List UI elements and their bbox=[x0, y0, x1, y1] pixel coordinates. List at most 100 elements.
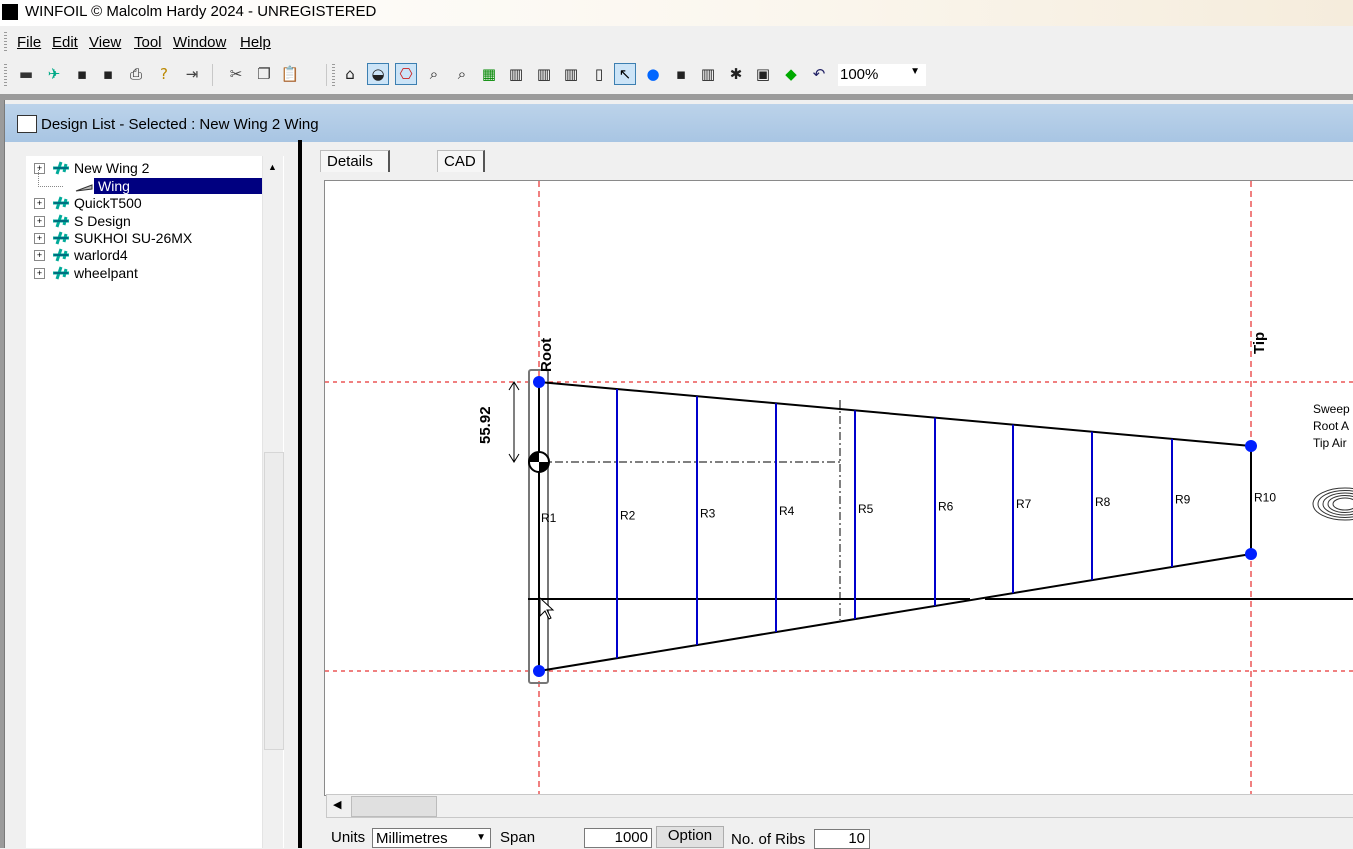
select-pointer-icon[interactable]: ↖ bbox=[614, 63, 636, 85]
aircraft-icon bbox=[51, 195, 71, 211]
plan-view-icon[interactable]: ⌂ bbox=[340, 64, 360, 84]
child-title-bar: Design List - Selected : New Wing 2 Wing bbox=[5, 104, 1353, 142]
outline-view-icon[interactable]: ⎔ bbox=[395, 63, 417, 85]
rib-label: R1 bbox=[541, 511, 557, 525]
menu-tool[interactable]: Tool bbox=[134, 34, 162, 51]
expand-icon[interactable]: + bbox=[34, 198, 45, 209]
info-text: Root A bbox=[1313, 419, 1349, 433]
rib-chart-icon[interactable]: ▥ bbox=[506, 64, 526, 84]
rib-label: R3 bbox=[700, 506, 716, 520]
aircraft-icon bbox=[51, 265, 71, 281]
leading-edge bbox=[538, 381, 1252, 447]
canvas-scroll-thumb[interactable] bbox=[351, 796, 437, 817]
print-icon[interactable]: ⎙ bbox=[126, 64, 146, 84]
save-icon[interactable]: ▪ bbox=[671, 64, 691, 84]
expand-icon[interactable]: + bbox=[34, 268, 45, 279]
chevron-down-icon: ▼ bbox=[476, 832, 486, 843]
save-as-icon[interactable]: ▪ bbox=[98, 64, 118, 84]
toolbar-grip bbox=[4, 64, 7, 86]
info-text: Tip Air bbox=[1313, 436, 1347, 450]
units-select[interactable]: Millimetres ▼ bbox=[372, 828, 491, 848]
trailing-edge bbox=[538, 553, 1252, 672]
save-icon[interactable]: ▪ bbox=[72, 64, 92, 84]
new-design-icon[interactable]: ✈ bbox=[44, 64, 64, 84]
root-label: Root bbox=[538, 338, 555, 372]
menu-help[interactable]: Help bbox=[240, 34, 271, 51]
toolbar-separator bbox=[326, 64, 327, 86]
airfoil-view-icon[interactable]: ◒ bbox=[367, 63, 389, 85]
copy-icon[interactable]: ❐ bbox=[254, 64, 274, 84]
menu-view[interactable]: View bbox=[89, 34, 121, 51]
tree-item-label: wheelpant bbox=[74, 265, 138, 281]
menu-bar: File Edit View Tool Window Help bbox=[0, 28, 1353, 56]
menu-edit[interactable]: Edit bbox=[52, 34, 78, 51]
tree-connector bbox=[38, 170, 63, 187]
tree-item-label: New Wing 2 bbox=[74, 160, 150, 176]
tab-cad[interactable]: CAD bbox=[437, 150, 485, 172]
rib-label: R2 bbox=[620, 509, 636, 523]
control-point bbox=[533, 376, 545, 388]
add-point-icon[interactable]: ● bbox=[643, 64, 663, 84]
wing-icon bbox=[74, 178, 94, 194]
properties-icon[interactable]: ▣ bbox=[753, 64, 773, 84]
tree-item-label: SUKHOI SU-26MX bbox=[74, 230, 193, 246]
new-wing-icon[interactable]: ▬ bbox=[16, 64, 36, 84]
table-icon[interactable]: ▦ bbox=[479, 64, 499, 84]
control-point bbox=[533, 665, 545, 677]
splitter[interactable] bbox=[298, 140, 302, 848]
dimension-value: 55.92 bbox=[477, 406, 494, 444]
child-title: Design List - Selected : New Wing 2 Wing bbox=[41, 116, 319, 133]
exit-icon[interactable]: ⇥ bbox=[182, 64, 202, 84]
cg-icon bbox=[529, 452, 539, 462]
help-icon[interactable]: ? bbox=[154, 64, 174, 84]
ribs-label: No. of Ribs bbox=[731, 831, 806, 848]
menu-file[interactable]: File bbox=[17, 34, 41, 51]
info-text: Sweep bbox=[1313, 402, 1350, 416]
menu-grip bbox=[4, 32, 7, 52]
rib-label: R7 bbox=[1016, 497, 1032, 511]
spar-chart-icon[interactable]: ▥ bbox=[534, 64, 554, 84]
scroll-up-icon[interactable]: ▲ bbox=[268, 162, 277, 172]
tab-details[interactable]: Details bbox=[320, 150, 390, 172]
menu-window[interactable]: Window bbox=[173, 34, 226, 51]
tip-label: Tip bbox=[1251, 332, 1268, 354]
zoom-in-icon[interactable]: ⌕ bbox=[424, 64, 444, 84]
units-label: Units bbox=[331, 829, 366, 846]
tools-icon[interactable]: ✱ bbox=[726, 64, 746, 84]
expand-icon[interactable]: + bbox=[34, 250, 45, 261]
aircraft-icon bbox=[51, 230, 71, 246]
span-input[interactable]: 1000 bbox=[584, 828, 652, 848]
delete-icon[interactable]: ▥ bbox=[698, 64, 718, 84]
zoom-out-icon[interactable]: ⌕ bbox=[452, 64, 472, 84]
color-icon[interactable]: ◆ bbox=[781, 64, 801, 84]
units-value: Millimetres bbox=[376, 830, 448, 847]
zoom-select[interactable]: 100% ▼ bbox=[838, 64, 926, 86]
expand-icon[interactable]: + bbox=[34, 216, 45, 227]
tree-scroll-thumb[interactable] bbox=[264, 452, 284, 750]
mouse-cursor-icon bbox=[539, 596, 555, 620]
paste-icon[interactable]: 📋 bbox=[280, 64, 300, 84]
airfoil-stack-icon bbox=[1332, 497, 1353, 511]
rib-label: R5 bbox=[858, 502, 874, 516]
rib-label: R4 bbox=[779, 504, 795, 518]
control-point bbox=[1245, 548, 1257, 560]
scroll-left-icon[interactable]: ◀ bbox=[333, 798, 341, 811]
tree-item-label: S Design bbox=[74, 213, 131, 229]
panel-icon[interactable]: ▯ bbox=[589, 64, 609, 84]
window-icon bbox=[17, 115, 37, 133]
cut-icon[interactable]: ✂ bbox=[226, 64, 246, 84]
toolbar-grip bbox=[332, 64, 335, 86]
ribs-input[interactable]: 10 bbox=[814, 829, 870, 849]
undo-icon[interactable]: ↶ bbox=[809, 64, 829, 84]
design-tree[interactable]: + New Wing 2 Wing + QuickT500 + S Design + SUKHO… bbox=[26, 156, 284, 848]
wing-plan-canvas[interactable]: R1 R2 R3 R4 R5 R6 R7 R8 R9 R10 55.92 Root Tip Sweep Ro… bbox=[324, 180, 1353, 796]
template-chart-icon[interactable]: ▥ bbox=[561, 64, 581, 84]
rib-label: R6 bbox=[938, 500, 954, 514]
toolbar-separator bbox=[212, 64, 213, 86]
expand-icon[interactable]: + bbox=[34, 233, 45, 244]
canvas-hscrollbar[interactable]: ◀ bbox=[326, 794, 1353, 818]
chevron-down-icon: ▼ bbox=[910, 66, 920, 77]
option-button[interactable]: Option bbox=[656, 826, 724, 848]
zoom-value: 100% bbox=[840, 66, 879, 83]
aircraft-icon bbox=[51, 213, 71, 229]
